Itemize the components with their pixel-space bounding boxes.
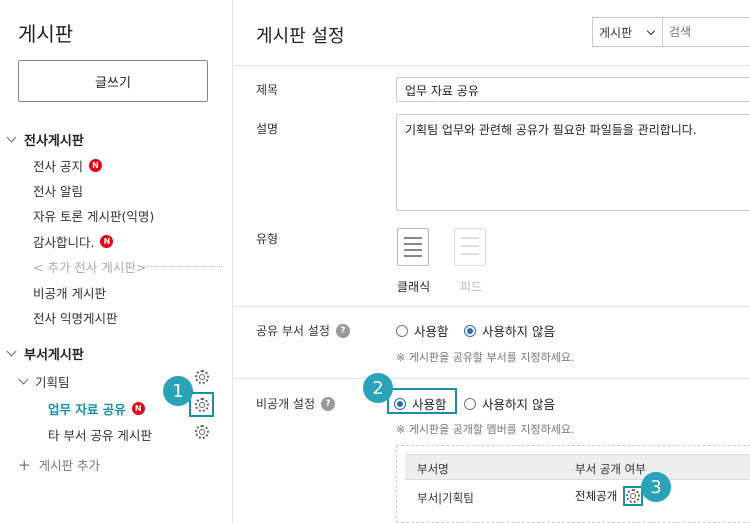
help-icon[interactable]: ? [335,323,350,338]
sidebar-title: 게시판 [18,22,74,46]
callout-badge: 3 [641,472,671,502]
private-radio-use[interactable]: 사용함 [394,394,447,413]
divider [140,266,222,267]
main-panel: 게시판 설정 게시판 제목 업무 자료 공유 설명 기획팀 업무와 관련해 공유… [234,0,750,523]
radio-icon [464,324,476,337]
callout-badge: 2 [363,373,393,403]
sidebar-item-company-notice[interactable]: 전사 공지 N [33,156,102,175]
section-company-label: 전사게시판 [24,134,84,149]
section-company[interactable]: 전사게시판 [6,130,84,149]
feed-type-icon[interactable] [454,228,486,266]
share-dept-label: 공유 부서 설정 ? [256,322,350,339]
sidebar-item-thanks[interactable]: 감사합니다. N [33,232,114,251]
table-row: 부서|기획팀 전체공개 [405,480,750,514]
chevron-down-icon [18,374,29,385]
sidebar-item-work-share[interactable]: 업무 자료 공유 N [48,399,145,418]
private-hint: ※ 게시판을 공개할 멤버를 지정하세요. [396,423,575,436]
gear-icon[interactable] [195,398,209,412]
search-scope-select[interactable]: 게시판 [593,18,663,46]
divider [234,306,750,307]
table-header-dept: 부서명 [417,462,449,476]
dept-group-planning[interactable]: 기획팀 [18,372,70,391]
title-label: 제목 [256,83,279,97]
callout-badge: 1 [163,376,193,406]
table-header-public: 부서 공개 여부 [575,462,646,476]
chevron-down-icon [646,26,656,36]
sidebar-item-label: < 추가 전사 게시판> [33,260,147,275]
sidebar-item-company-alert[interactable]: 전사 알림 [33,181,83,200]
classic-type-icon[interactable] [397,228,429,266]
share-hint: ※ 게시판을 공유할 부서를 지정하세요. [396,351,575,364]
radio-label: 사용함 [412,397,447,412]
divider [234,378,750,379]
sidebar-item-free-discussion[interactable]: 자유 토론 게시판(익명) [33,206,154,225]
type-label: 유형 [256,232,279,246]
sidebar-item-label: 감사합니다. [33,235,95,250]
section-dept[interactable]: 부서게시판 [6,344,84,363]
table-cell-public: 전체공개 [575,489,618,503]
dept-group-label: 기획팀 [35,375,70,390]
private-label: 비공개 설정 ? [256,395,336,412]
section-dept-label: 부서게시판 [24,348,84,363]
radio-label: 사용하지 않음 [482,324,555,339]
new-badge: N [88,159,102,172]
share-dept-label-text: 공유 부서 설정 [256,324,330,338]
radio-icon [396,324,408,337]
radio-icon [394,397,406,410]
sidebar-item-label: 타 부서 공유 게시판 [48,428,152,443]
new-badge: N [131,402,145,415]
description-field[interactable]: 기획팀 업무와 관련해 공유가 필요한 파일들을 관리합니다. [396,114,750,211]
sidebar-item-label: 자유 토론 게시판(익명) [33,209,155,224]
title-field[interactable]: 업무 자료 공유 [396,77,750,102]
radio-label: 사용함 [414,324,449,339]
sidebar-item-label: 전사 공지 [33,159,83,174]
sidebar-item-anonymous[interactable]: 전사 익명게시판 [33,308,117,327]
gear-icon[interactable] [195,425,209,439]
page-title: 게시판 설정 [256,26,345,47]
radio-icon [464,397,476,410]
share-radio-use[interactable]: 사용함 [396,321,449,340]
divider [234,65,750,66]
help-icon[interactable]: ? [321,396,336,411]
gear-icon[interactable] [195,370,209,384]
add-board-button[interactable]: + 게시판 추가 [18,455,100,474]
sidebar-item-label: 업무 자료 공유 [48,402,126,417]
gear-icon[interactable] [626,489,640,503]
share-radio-nouse[interactable]: 사용하지 않음 [464,321,555,340]
plus-icon: + [18,455,31,474]
private-radio-nouse[interactable]: 사용하지 않음 [464,394,555,413]
sidebar: 게시판 글쓰기 전사게시판 전사 공지 N 전사 알림 자유 토론 게시판(익명… [0,0,233,523]
chevron-down-icon [6,132,17,143]
feed-type-label: 피드 [460,280,483,294]
radio-label: 사용하지 않음 [482,397,555,412]
sidebar-item-other-dept[interactable]: 타 부서 공유 게시판 [48,425,152,444]
private-label-text: 비공개 설정 [256,397,316,411]
sidebar-item-label: 전사 익명게시판 [33,311,118,326]
sidebar-item-private[interactable]: 비공개 게시판 [33,283,106,302]
description-label: 설명 [256,122,279,136]
add-board-label: 게시판 추가 [38,458,101,473]
sidebar-item-label: 비공개 게시판 [33,286,106,301]
search-scope-label: 게시판 [599,25,633,40]
classic-type-label: 클래식 [397,280,431,294]
search-input[interactable] [663,25,750,39]
chevron-down-icon [6,346,17,357]
table-cell-dept: 부서|기획팀 [417,491,474,505]
new-badge: N [100,235,114,248]
member-table: 부서명 부서 공개 여부 부서|기획팀 전체공개 [396,445,750,523]
table-header: 부서명 부서 공개 여부 [405,454,750,480]
search-bar: 게시판 [592,17,750,47]
write-button[interactable]: 글쓰기 [18,60,208,102]
sidebar-item-label: 전사 알림 [33,184,83,199]
sidebar-item-add-company-placeholder: < 추가 전사 게시판> [33,257,146,276]
